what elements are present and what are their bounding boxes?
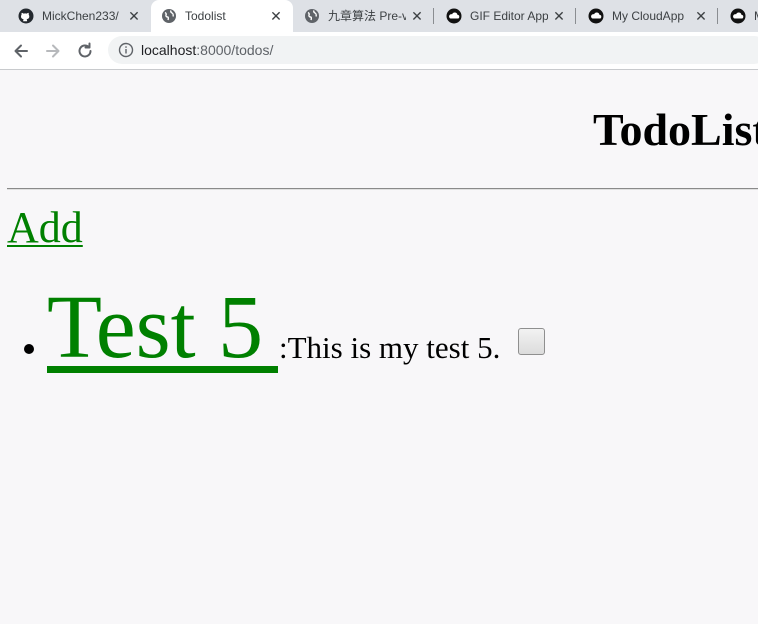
close-icon[interactable]: ✕ <box>409 8 425 24</box>
globe-icon <box>305 9 319 23</box>
tab-separator <box>575 8 576 24</box>
add-todo-link[interactable]: Add <box>7 204 83 252</box>
github-icon <box>18 8 34 24</box>
tab-my-cloudapp[interactable]: My CloudApp ✕ <box>578 0 718 32</box>
close-icon[interactable]: ✕ <box>268 8 284 24</box>
close-icon[interactable]: ✕ <box>551 8 567 24</box>
cloud-icon <box>446 8 462 24</box>
reload-icon[interactable] <box>74 40 96 62</box>
tab-title: MickChen233/ <box>42 9 119 23</box>
todo-done-checkbox[interactable] <box>518 328 545 355</box>
url-host: localhost <box>141 42 197 58</box>
address-bar[interactable]: localhost:8000/todos/ <box>108 36 758 64</box>
tab-title: My CloudApp <box>612 9 685 23</box>
tab-title: GIF Editor App <box>470 9 548 23</box>
todo-title-underline <box>47 366 278 373</box>
info-icon[interactable] <box>118 42 134 58</box>
cloud-icon <box>730 8 746 24</box>
todo-title-link[interactable]: Test 5 <box>47 280 263 376</box>
bullet-icon <box>24 344 34 354</box>
todo-description: :This is my test 5. <box>279 330 501 365</box>
close-icon[interactable]: ✕ <box>693 8 709 24</box>
tab-jiuzhang[interactable]: 九章算法 Pre-v ✕ <box>294 0 434 32</box>
url-path: :8000/todos/ <box>196 42 274 58</box>
tab-todolist[interactable]: Todolist ✕ <box>151 0 293 32</box>
close-icon[interactable]: ✕ <box>126 8 142 24</box>
tab-cloudapp-partial[interactable]: M <box>720 0 758 32</box>
browser-toolbar: localhost:8000/todos/ <box>0 32 758 70</box>
todo-item: Test 5 :This is my test 5. <box>0 280 560 380</box>
tab-separator <box>433 8 434 24</box>
tab-title: 九章算法 Pre-v <box>328 9 406 23</box>
tab-separator <box>717 8 718 24</box>
forward-arrow-icon[interactable] <box>42 40 64 62</box>
tab-title: Todolist <box>185 9 226 23</box>
back-arrow-icon[interactable] <box>10 40 32 62</box>
cloud-icon <box>588 8 604 24</box>
tab-gif-editor[interactable]: GIF Editor App ✕ <box>436 0 576 32</box>
page-content: TodoList Add Test 5 :This is my test 5. <box>0 70 758 624</box>
divider <box>7 188 758 190</box>
tab-github[interactable]: MickChen233/ ✕ <box>8 0 148 32</box>
page-title: TodoList <box>593 104 758 155</box>
tab-strip: MickChen233/ ✕ Todolist ✕ 九章算法 Pre-v ✕ G… <box>0 0 758 32</box>
tab-title: M <box>754 8 758 24</box>
url-text[interactable]: localhost:8000/todos/ <box>141 42 273 58</box>
globe-icon <box>162 9 176 23</box>
